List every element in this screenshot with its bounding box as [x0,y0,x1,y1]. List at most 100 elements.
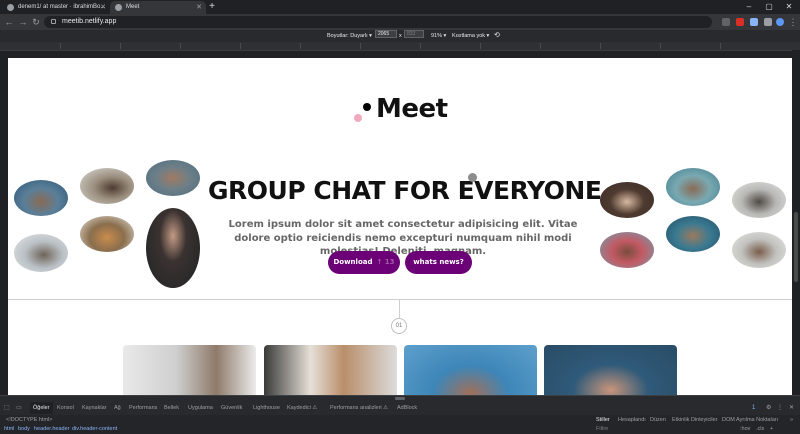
doctype-line[interactable]: <!DOCTYPE html> [6,417,52,423]
scrollbar-thumb[interactable] [794,212,798,282]
more-options-icon[interactable]: ⋮ [777,402,783,414]
whats-news-button[interactable]: whats news? [405,251,472,274]
person-avatar [732,232,786,268]
issues-badge[interactable]: 1 [752,402,755,414]
profile-avatar[interactable] [776,18,784,26]
new-tab-button[interactable]: + [207,0,217,14]
menu-kebab-icon[interactable]: ⋮ [787,14,799,30]
close-tab-icon[interactable]: ✕ [100,1,106,14]
devtools-tab[interactable]: Güvenlik [221,402,242,414]
extension-icon[interactable] [750,18,758,26]
address-bar[interactable]: meetib.netlify.app [44,16,712,28]
browser-toolbar: ← → ↻ meetib.netlify.app ⋮ [0,14,800,30]
close-tab-icon[interactable]: ✕ [196,1,202,14]
device-toolbar: Boyutlar: Duyarlı ▾ 2065 x 833 91% ▾ Kıs… [0,30,800,42]
breadcrumb-item[interactable]: header.header [34,426,69,432]
close-window-button[interactable]: ✕ [782,0,796,13]
download-hint: ↑ 13 [376,258,395,266]
timeline-line [399,300,400,318]
devtools-tab[interactable]: Kaydedici ⚠ [287,402,317,414]
settings-gear-icon[interactable]: ⚙ [766,402,771,414]
zoom-select[interactable]: 91% ▾ [431,30,446,42]
devtools-panel: ⬚ ▭ Öğeler Konsol Kaynaklar Ağ Performan… [0,395,800,434]
throttling-select[interactable]: Kısıtlama yok ▾ [452,30,489,42]
sidebar-tab-computed[interactable]: Hesaplandı [618,417,646,423]
lock-icon [51,19,56,24]
person-avatar [732,182,786,218]
width-input[interactable]: 2065 [375,30,397,38]
height-input[interactable]: 833 [404,30,424,38]
translate-icon[interactable] [722,18,730,26]
person-avatar [146,160,200,196]
feature-image-card [544,345,677,395]
devtools-tab[interactable]: Uygulama [188,402,213,414]
person-avatar [80,216,134,252]
tab-title: Meet [126,4,140,10]
puzzle-icon[interactable] [764,18,772,26]
browser-tab-github[interactable]: denem1/ at master · ibrahimBo... ✕ [2,1,110,14]
download-button[interactable]: Download ↑ 13 [328,251,400,274]
download-label: Download [333,258,373,266]
cursor-indicator [468,173,477,182]
breadcrumb-item[interactable]: body [18,426,30,432]
sidebar-tab-layout[interactable]: Düzen [650,417,666,423]
hero-headline: GROUP CHAT FOR EVERYONE [208,176,602,205]
maximize-button[interactable]: ▢ [762,0,776,13]
minimize-button[interactable]: – [742,0,756,13]
sidebar-more-tabs[interactable]: » [790,417,793,423]
media-query-ruler [0,42,800,51]
logo-dot-black [363,103,371,111]
feature-image-card [404,345,537,395]
dimension-separator: x [399,33,402,39]
close-devtools-icon[interactable]: ✕ [789,402,794,414]
person-avatar [14,180,68,216]
reload-icon[interactable]: ↻ [30,14,42,30]
page-viewport: Meet GROUP CHAT FOR EVERYONE Lorem ipsum… [8,58,792,395]
hero-description: Lorem ipsum dolor sit amet consectetur a… [228,219,578,257]
step-indicator: 01 [391,318,407,334]
back-icon[interactable]: ← [3,14,15,30]
breadcrumb-item[interactable]: html [4,426,14,432]
rotate-icon[interactable]: ⟲ [494,30,500,42]
browser-tab-meet[interactable]: Meet ✕ [110,1,206,14]
forward-icon[interactable]: → [17,14,29,30]
person-avatar [146,208,200,288]
devtools-tab[interactable]: Kaynaklar [82,402,106,414]
browser-tab-strip: denem1/ at master · ibrahimBo... ✕ Meet … [0,0,800,14]
person-avatar [666,216,720,252]
hov-toggle[interactable]: :hov [740,426,750,432]
dimensions-select[interactable]: Boyutlar: Duyarlı ▾ [327,30,372,42]
devtools-resize-handle[interactable] [395,397,405,400]
github-icon [7,4,14,11]
person-avatar [600,182,654,218]
breadcrumb-item[interactable]: div.header-content [72,426,117,432]
person-avatar [80,168,134,204]
adblock-icon[interactable] [736,18,744,26]
tab-title: denem1/ at master · ibrahimBo... [18,4,106,10]
logo[interactable]: Meet [376,94,448,124]
devtools-tabs: Öğeler Konsol Kaynaklar Ağ Performans Be… [0,402,590,414]
devtools-tab[interactable]: AdBlock [397,402,417,414]
devtools-tab[interactable]: Performans [129,402,157,414]
globe-icon [115,4,122,11]
styles-filter-input[interactable]: Filtre [596,426,608,432]
section-divider [8,299,792,300]
devtools-tab[interactable]: Ağ [114,402,121,414]
feature-image-card [264,345,397,395]
devtools-tab[interactable]: Performans analizleri ⚠ [330,402,388,414]
devtools-tab[interactable]: Öğeler [30,402,53,414]
sidebar-tab-dom-breakpoints[interactable]: DOM Ayrılma Noktaları [722,417,778,423]
new-style-rule-icon[interactable]: + [770,426,773,432]
person-avatar [14,234,68,272]
devtools-tab[interactable]: Konsol [57,402,74,414]
sidebar-tab-styles[interactable]: Stiller [596,417,610,423]
logo-dot-pink [354,114,362,122]
devtools-tab[interactable]: Bellek [164,402,179,414]
page-scrollbar[interactable] [792,50,800,395]
cls-toggle[interactable]: .cls [756,426,764,432]
styles-sidebar: Stiller Hesaplandı Düzen Etkinlik Dinley… [590,415,800,434]
devtools-tab[interactable]: Lighthouse [253,402,280,414]
person-avatar [600,232,654,268]
sidebar-tab-event-listeners[interactable]: Etkinlik Dinleyiciler [672,417,718,423]
person-avatar [666,168,720,206]
